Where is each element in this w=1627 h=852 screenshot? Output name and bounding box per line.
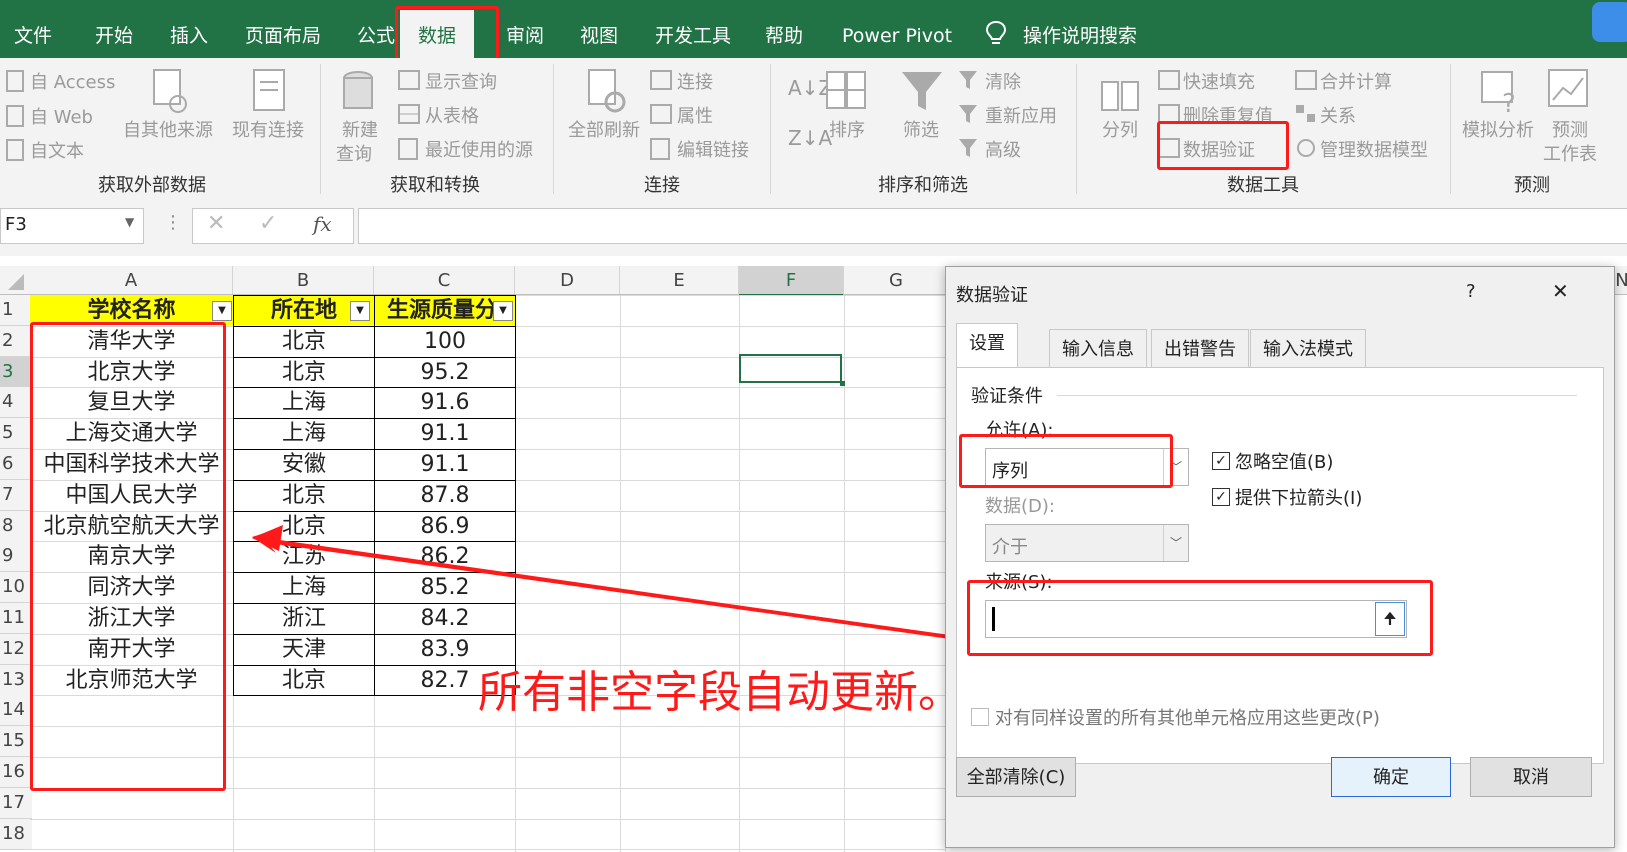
ignore-blank-checkbox[interactable]: ✓ (1212, 452, 1230, 470)
highlight-allow-select (959, 434, 1173, 488)
tab-error-alert[interactable]: 出错警告 (1151, 329, 1249, 368)
cancel-button[interactable]: 取消 (1470, 757, 1592, 797)
annotation-text: 所有非空字段自动更新。 (478, 667, 962, 718)
apply-all-label: 对有同样设置的所有其他单元格应用这些更改(P) (995, 708, 1380, 729)
dropdown-arrow-label: 提供下拉箭头(I) (1235, 488, 1363, 509)
help-button[interactable]: ? (1466, 281, 1476, 302)
dialog-title: 数据验证 (956, 285, 1028, 306)
close-button[interactable]: ✕ (1552, 279, 1569, 303)
data-validation-dialog: 数据验证 ? ✕ 设置 输入信息 出错警告 输入法模式 验证条件 允许(A): … (945, 266, 1615, 848)
highlight-source-input (967, 580, 1433, 656)
ok-button[interactable]: 确定 (1331, 757, 1451, 797)
data-label: 数据(D): (985, 496, 1055, 517)
tab-settings[interactable]: 设置 (956, 323, 1018, 369)
settings-panel: 验证条件 允许(A): 序列 ﹀ ✓ 忽略空值(B) ✓ 提供下拉箭头(I) 数… (956, 367, 1604, 764)
tab-input-message[interactable]: 输入信息 (1049, 329, 1147, 368)
clear-all-button[interactable]: 全部清除(C) (956, 757, 1076, 797)
tab-ime-mode[interactable]: 输入法模式 (1250, 329, 1366, 368)
data-select[interactable]: 介于 ﹀ (985, 524, 1189, 562)
ignore-blank-label: 忽略空值(B) (1235, 452, 1334, 473)
data-value: 介于 (992, 537, 1028, 558)
section-divider (1057, 395, 1577, 396)
dropdown-arrow-checkbox[interactable]: ✓ (1212, 488, 1230, 506)
section-label: 验证条件 (971, 386, 1043, 407)
apply-all-checkbox[interactable] (971, 708, 989, 726)
chevron-down-icon: ﹀ (1163, 525, 1188, 561)
